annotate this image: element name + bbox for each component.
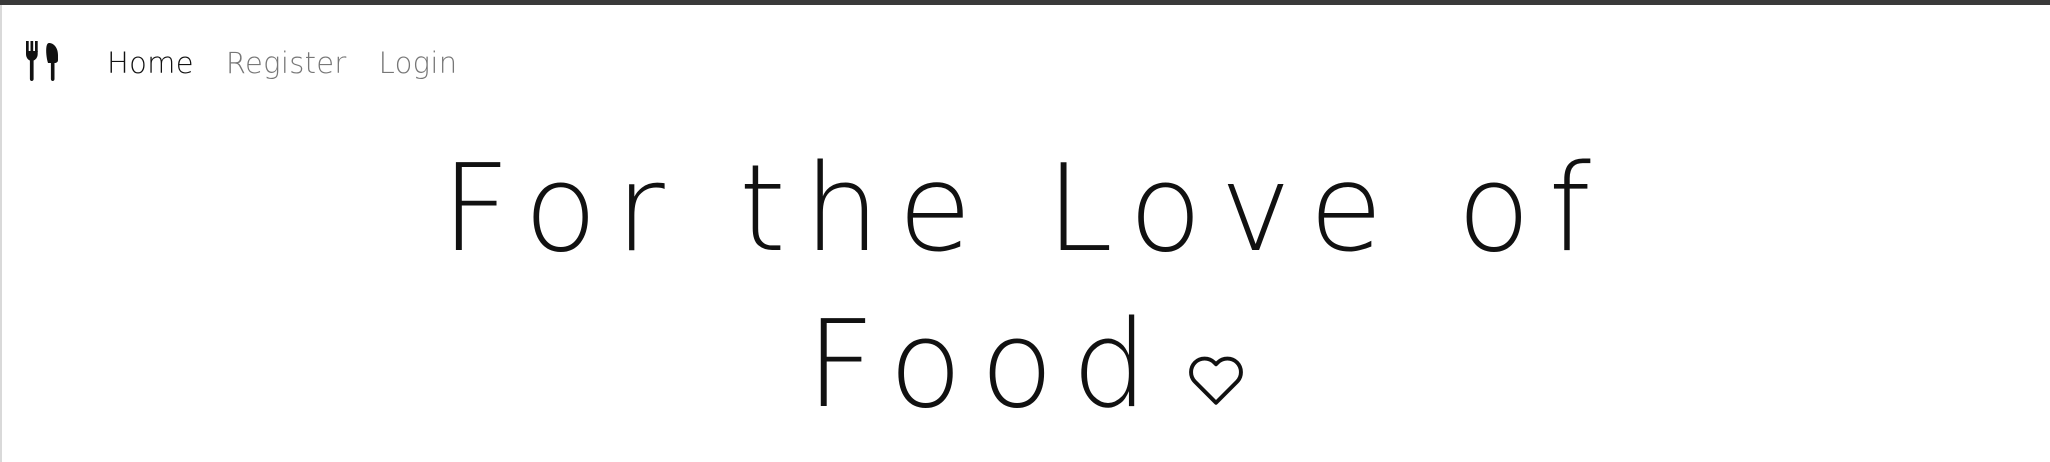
hero-title-line-1: For the Love of bbox=[441, 140, 1609, 279]
hero-title-line-2: Food bbox=[806, 296, 1166, 435]
nav-link-register[interactable]: Register bbox=[226, 46, 347, 80]
brand-fork-knife-icon[interactable] bbox=[24, 41, 60, 81]
main-nav: Home Register Login bbox=[107, 46, 457, 80]
nav-link-login[interactable]: Login bbox=[379, 46, 458, 80]
hero-title: For the Love of Food bbox=[0, 132, 2050, 444]
hero-section: For the Love of Food bbox=[0, 132, 2050, 444]
hero-title-line-2-wrapper: Food bbox=[0, 288, 2050, 444]
nav-link-home[interactable]: Home bbox=[107, 46, 194, 80]
navbar: Home Register Login bbox=[0, 5, 2050, 118]
heart-icon bbox=[1188, 290, 1244, 405]
